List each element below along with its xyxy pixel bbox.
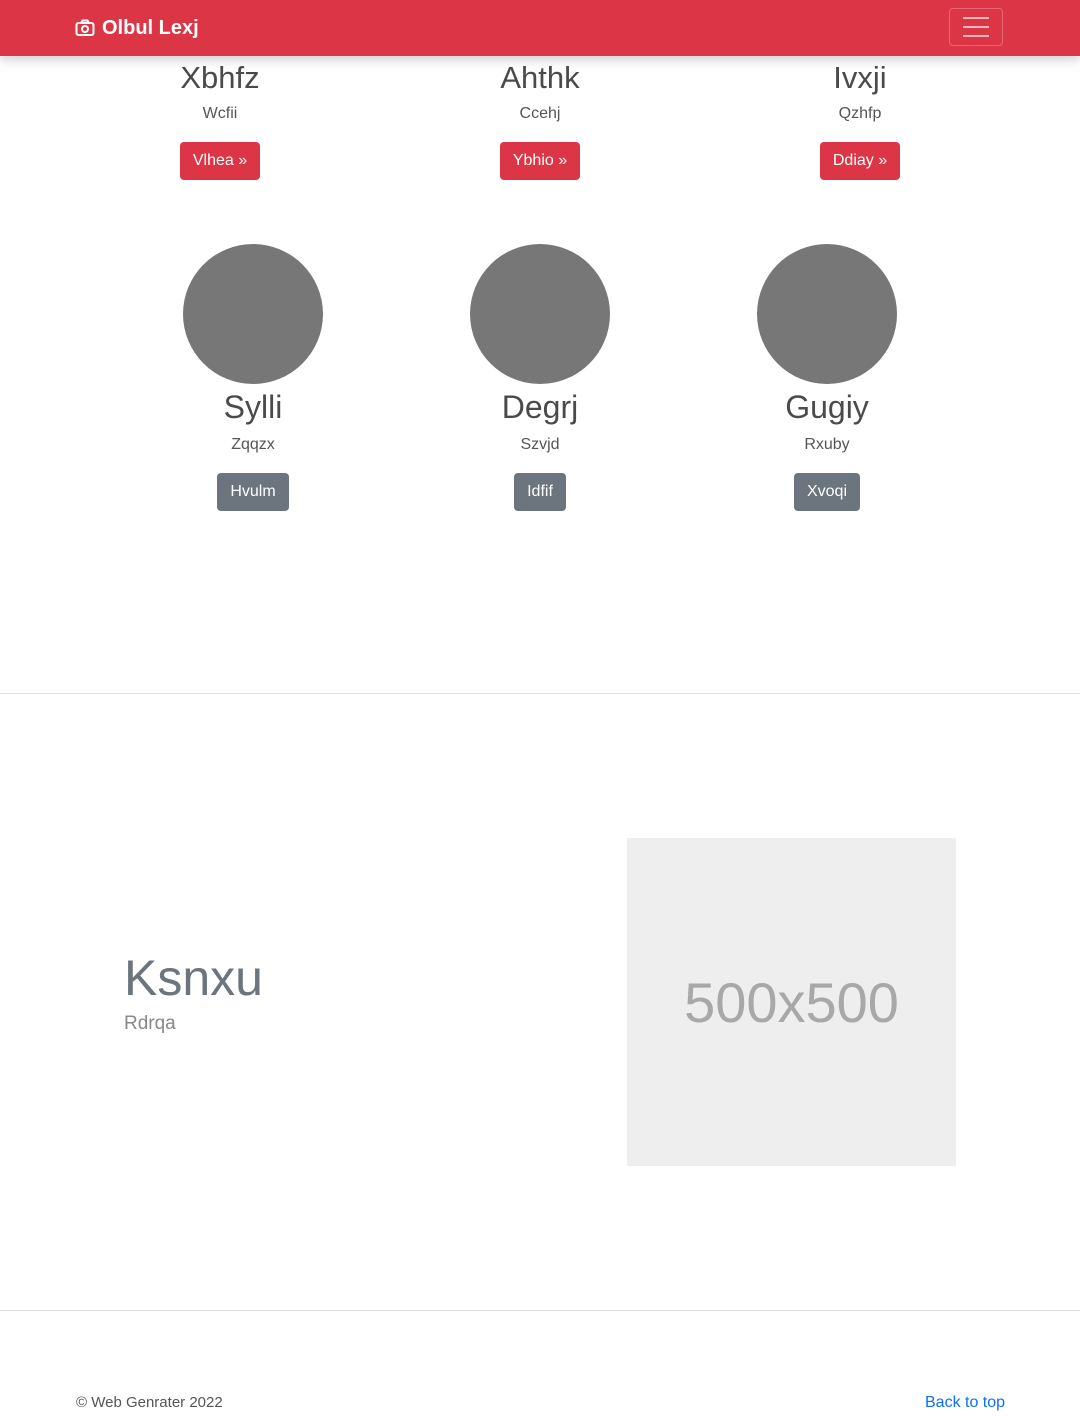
top-column-3: Ivxji Qzhfp Ddiay » [760, 58, 960, 180]
navbar-toggler-button[interactable] [949, 8, 1003, 46]
mid-column-2: Degrj Szvjd Idfif [440, 244, 640, 511]
column-subtitle: Wcfii [202, 105, 238, 122]
feature-subheading: Rdrqa [124, 1013, 176, 1034]
column-action-button[interactable]: Ybhio » [499, 142, 581, 180]
section-divider [0, 1310, 1080, 1311]
column-action-button[interactable]: Idfif [514, 473, 566, 511]
column-title: Ahthk [500, 60, 580, 95]
hamburger-icon-bar [963, 17, 989, 19]
mid-column-3: Gugiy Rxuby Xvoqi [727, 244, 927, 511]
column-subtitle: Ccehj [519, 105, 561, 122]
column-title: Ivxji [833, 60, 887, 95]
brand-name: Olbul Lexj [102, 16, 199, 39]
column-title: Degrj [501, 389, 579, 425]
navbar: Olbul Lexj [0, 0, 1080, 56]
column-title: Xbhfz [180, 60, 260, 95]
feature-image-placeholder: 500x500 [627, 838, 956, 1166]
feature-heading: Ksnxu [124, 950, 263, 1006]
section-divider [0, 693, 1080, 694]
column-action-button[interactable]: Ddiay » [819, 142, 901, 180]
column-title: Gugiy [785, 389, 869, 425]
top-column-2: Ahthk Ccehj Ybhio » [440, 58, 640, 180]
column-action-button[interactable]: Hvulm [217, 473, 289, 511]
brand-link[interactable]: Olbul Lexj [75, 15, 199, 41]
camera-icon [75, 19, 95, 37]
column-action-button[interactable]: Vlhea » [179, 142, 261, 180]
avatar-placeholder [470, 244, 610, 384]
column-action-button[interactable]: Xvoqi [793, 473, 861, 511]
mid-column-1: Sylli Zqqzx Hvulm [153, 244, 353, 511]
placeholder-size-text: 500x500 [684, 970, 899, 1034]
column-title: Sylli [223, 389, 283, 425]
column-subtitle: Szvjd [520, 436, 560, 453]
hamburger-icon-bar [963, 35, 989, 37]
avatar-placeholder [183, 244, 323, 384]
column-subtitle: Zqqzx [231, 436, 275, 453]
back-to-top-link[interactable]: Back to top [925, 1394, 1005, 1412]
top-column-1: Xbhfz Wcfii Vlhea » [120, 58, 320, 180]
column-subtitle: Qzhfp [838, 105, 882, 122]
avatar-placeholder [757, 244, 897, 384]
footer-copyright: © Web Genrater 2022 [76, 1394, 223, 1411]
column-subtitle: Rxuby [804, 436, 850, 453]
hamburger-icon-bar [963, 26, 989, 28]
